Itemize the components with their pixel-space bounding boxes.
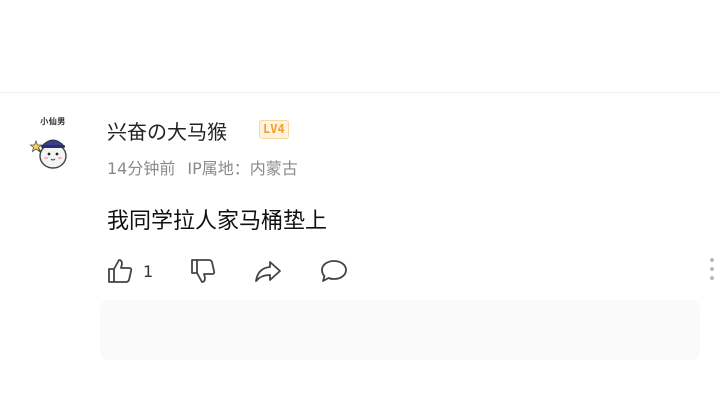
reply-button[interactable] xyxy=(319,256,349,286)
timestamp: 14分钟前 xyxy=(107,159,176,178)
level-badge: LV4 xyxy=(259,120,289,139)
like-button[interactable]: 1 xyxy=(105,256,153,286)
dislike-button[interactable] xyxy=(188,256,218,286)
more-vertical-icon-dot xyxy=(710,276,714,280)
username[interactable]: 兴奋の大马猴 xyxy=(107,116,227,145)
top-divider xyxy=(0,92,720,93)
more-options-button[interactable] xyxy=(708,258,716,282)
comment-meta: 14分钟前 IP属地：内蒙古 xyxy=(107,155,298,179)
more-vertical-icon xyxy=(710,258,714,262)
thumbs-up-icon xyxy=(108,259,133,283)
like-count: 1 xyxy=(143,261,154,281)
next-comment-placeholder xyxy=(100,300,700,360)
share-button[interactable] xyxy=(253,256,283,286)
cartoon-avatar-icon xyxy=(29,139,67,169)
more-vertical-icon-dot xyxy=(710,267,714,271)
comment-text: 我同学拉人家马桶垫上 xyxy=(107,209,328,234)
thumbs-down-icon xyxy=(191,259,216,283)
ip-location: IP属地：内蒙古 xyxy=(187,159,298,178)
comment-bubble-icon xyxy=(321,260,347,282)
avatar[interactable]: 小仙男 xyxy=(28,116,78,176)
share-icon xyxy=(255,261,281,282)
